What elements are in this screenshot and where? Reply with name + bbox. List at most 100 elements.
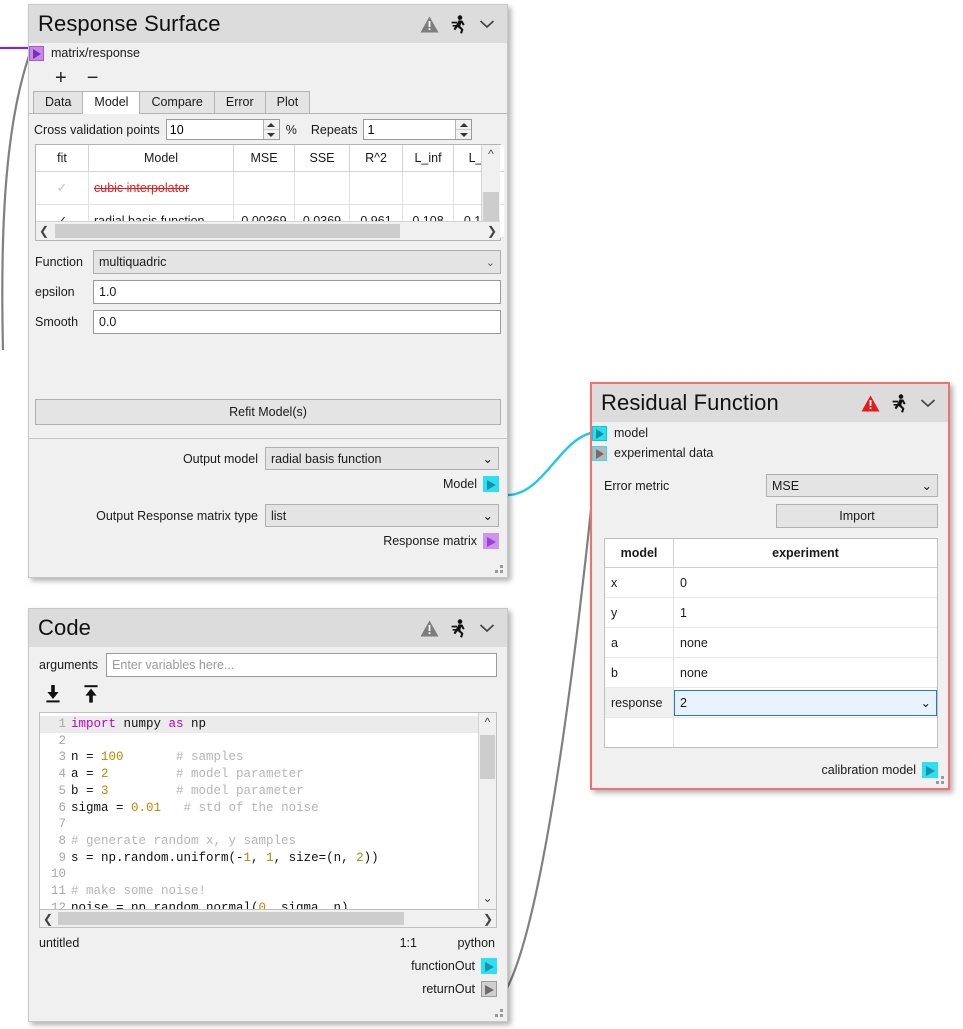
function-select[interactable]: multiquadric ⌄	[93, 250, 501, 274]
resize-grip[interactable]	[936, 776, 945, 785]
arguments-input[interactable]: Enter variables here...	[106, 653, 497, 677]
residual-function-titlebar[interactable]: Residual Function	[592, 384, 948, 422]
resize-grip[interactable]	[495, 565, 504, 574]
repeats-input[interactable]	[364, 120, 456, 139]
tab-compare[interactable]: Compare	[139, 91, 215, 113]
tab-data[interactable]: Data	[33, 91, 84, 113]
run-person-icon[interactable]	[451, 618, 467, 638]
add-model-button[interactable]: +	[55, 68, 67, 88]
cross-validation-stepper[interactable]	[165, 119, 280, 140]
output-port-icon[interactable]	[481, 958, 497, 974]
row-value[interactable]: none	[673, 657, 937, 688]
scrollbar-thumb[interactable]	[55, 224, 400, 238]
output-port-icon[interactable]	[483, 533, 499, 549]
port-label: calibration model	[821, 763, 917, 777]
stepper-buttons[interactable]	[262, 120, 279, 139]
tab-model[interactable]: Model	[82, 91, 141, 114]
row-value[interactable]: 1	[673, 597, 937, 628]
scroll-right-icon[interactable]: ❯	[487, 224, 497, 238]
input-port-icon[interactable]	[592, 425, 607, 441]
upload-arrow-icon[interactable]	[81, 684, 101, 707]
wire-returnout	[502, 451, 599, 996]
import-button[interactable]: Import	[776, 504, 938, 528]
table-row[interactable]: b none	[605, 657, 937, 688]
warning-triangle-icon[interactable]	[861, 395, 880, 412]
resize-grip[interactable]	[495, 1009, 504, 1018]
stepper-up[interactable]	[456, 120, 472, 130]
output-port-icon[interactable]	[481, 981, 497, 997]
download-arrow-icon[interactable]	[43, 684, 63, 707]
scroll-left-icon[interactable]: ❮	[39, 224, 49, 238]
row-key: y	[605, 597, 674, 628]
scroll-up-icon[interactable]: ^	[488, 145, 494, 163]
row-value[interactable]	[674, 718, 938, 748]
residual-table[interactable]: model experiment x 0 y 1 a none b none r…	[604, 538, 938, 748]
output-port-icon[interactable]	[483, 476, 499, 492]
table-row[interactable]: response 2 ⌄	[605, 687, 937, 718]
table-row[interactable]: y 1	[605, 597, 937, 628]
table-row[interactable]	[605, 717, 938, 748]
smooth-input[interactable]: 0.0	[93, 310, 501, 334]
editor-vertical-scrollbar[interactable]: ^ ⌄	[478, 713, 496, 909]
cross-validation-input[interactable]	[166, 120, 263, 139]
model-table[interactable]: fit Model MSE SSE R^2 L_inf L_1 ✓ cubic …	[35, 144, 504, 241]
port-model[interactable]: model	[592, 423, 948, 443]
table-row[interactable]: x 0	[605, 567, 937, 598]
matrix-type-select[interactable]: list ⌄	[265, 504, 499, 527]
row-value[interactable]: 0	[673, 567, 937, 598]
code-editor[interactable]: 1 import numpy as np 2 3 n = 100 # samples 4 a…	[39, 712, 497, 910]
function-label: Function	[35, 255, 83, 269]
warning-triangle-icon[interactable]	[420, 620, 439, 637]
code-text[interactable]: 1 import numpy as np 2 3 n = 100 # samples 4 a…	[40, 713, 496, 909]
port-experimental-data[interactable]: experimental data	[592, 443, 948, 463]
scrollbar-thumb[interactable]	[483, 192, 499, 222]
scrollbar-thumb[interactable]	[480, 735, 495, 779]
stepper-down[interactable]	[264, 130, 279, 139]
table-vertical-scrollbar[interactable]: ^ ⌄	[481, 145, 500, 222]
table-row[interactable]: a none	[605, 627, 937, 658]
output-model-select[interactable]: radial basis function ⌄	[265, 447, 499, 470]
warning-triangle-icon[interactable]	[420, 16, 439, 33]
output-port-calibration-model[interactable]: calibration model	[592, 760, 938, 780]
fit-checkmark[interactable]: ✓	[57, 180, 68, 195]
scroll-left-icon[interactable]: ❮	[43, 912, 53, 926]
remove-model-button[interactable]: −	[87, 68, 99, 88]
node-residual-function[interactable]: Residual Function model experimental dat…	[590, 382, 950, 790]
output-port-model[interactable]: Model	[37, 474, 499, 494]
table-horizontal-scrollbar[interactable]: ❮ ❯	[36, 221, 500, 240]
run-person-icon[interactable]	[451, 14, 467, 34]
chevron-down-icon[interactable]	[479, 623, 495, 633]
scroll-down-icon[interactable]: ⌄	[479, 889, 496, 907]
tab-bar[interactable]: Data Model Compare Error Plot	[29, 91, 507, 114]
node-code[interactable]: Code arguments Enter variables here... 1…	[28, 608, 508, 1022]
stepper-buttons[interactable]	[455, 120, 472, 139]
chevron-down-icon: ⌄	[485, 256, 495, 269]
run-person-icon[interactable]	[892, 393, 908, 413]
response-select[interactable]: 2 ⌄	[674, 689, 937, 716]
scrollbar-thumb[interactable]	[58, 912, 404, 925]
input-port-icon[interactable]	[592, 445, 607, 461]
scroll-up-icon[interactable]: ^	[479, 713, 496, 731]
refit-models-button[interactable]: Refit Model(s)	[35, 399, 501, 425]
code-titlebar[interactable]: Code	[29, 609, 507, 647]
tab-plot[interactable]: Plot	[264, 91, 311, 113]
chevron-down-icon[interactable]	[920, 398, 936, 408]
repeats-stepper[interactable]	[363, 119, 473, 140]
stepper-down[interactable]	[456, 130, 471, 139]
chevron-down-icon[interactable]	[479, 19, 495, 29]
output-port-functionout[interactable]: functionOut	[29, 956, 497, 976]
response-surface-titlebar[interactable]: Response Surface	[29, 5, 507, 43]
editor-horizontal-scrollbar[interactable]: ❮ ❯	[39, 910, 497, 928]
row-value[interactable]: none	[673, 627, 937, 658]
output-port-returnout[interactable]: returnOut	[29, 979, 497, 999]
epsilon-input[interactable]: 1.0	[93, 280, 501, 304]
tab-error[interactable]: Error	[213, 91, 266, 113]
port-matrix-response[interactable]: matrix/response	[29, 43, 507, 63]
input-port-icon[interactable]	[29, 45, 44, 61]
table-row[interactable]: ✓ cubic interpolator	[36, 171, 504, 205]
node-response-surface[interactable]: Response Surface matrix/response + − Dat…	[28, 4, 508, 578]
output-port-response-matrix[interactable]: Response matrix	[37, 531, 499, 551]
scroll-right-icon[interactable]: ❯	[483, 912, 493, 926]
stepper-up[interactable]	[263, 120, 279, 130]
error-metric-select[interactable]: MSE ⌄	[766, 474, 938, 497]
